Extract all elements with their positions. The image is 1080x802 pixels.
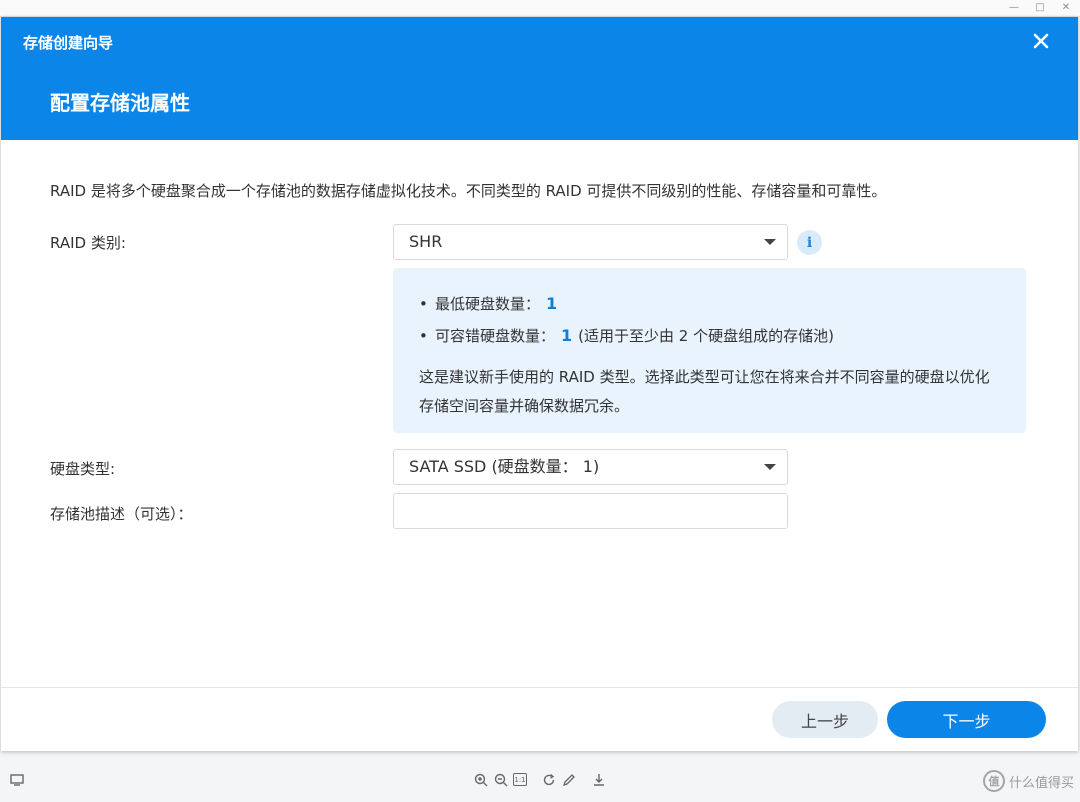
- fault-tolerance-note: (适用于至少由 2 个硬盘组成的存储池): [578, 327, 834, 345]
- min-disks-value: 1: [546, 294, 558, 313]
- download-icon[interactable]: [591, 772, 607, 788]
- rotate-icon[interactable]: [541, 772, 557, 788]
- disk-type-value: SATA SSD (硬盘数量： 1): [409, 457, 600, 476]
- pool-desc-input[interactable]: [393, 493, 788, 529]
- min-disks-item: • 最低硬盘数量： 1: [419, 293, 563, 314]
- raid-type-label: RAID 类别:: [50, 234, 126, 252]
- raid-info-box: • 最低硬盘数量： 1 • 可容错硬盘数量： 1 (适用于至少由 2 个硬盘组成的存储池)…: [393, 268, 1026, 433]
- raid-description: 这是建议新手使用的 RAID 类型。选择此类型可让您在将来合并不同容量的硬盘以优…: [419, 368, 990, 415]
- raid-type-value: SHR: [409, 232, 443, 251]
- storage-wizard-dialog: 存储创建向导 配置存储池属性 RAID 是将多个硬盘聚合成一个存储池的数据存储虚…: [1, 17, 1078, 751]
- chevron-down-icon: [764, 464, 776, 470]
- next-button[interactable]: 下一步: [887, 701, 1046, 738]
- step-title: 配置存储池属性: [50, 91, 190, 115]
- min-disks-label: 最低硬盘数量：: [435, 295, 541, 313]
- info-icon[interactable]: i: [797, 230, 822, 255]
- viewer-title-bar: — □ ✕: [0, 0, 1080, 17]
- pool-desc-label: 存储池描述（可选）：: [50, 505, 193, 523]
- close-button[interactable]: [1028, 28, 1054, 54]
- zoom-in-icon[interactable]: [473, 772, 489, 788]
- screen-icon[interactable]: [9, 772, 25, 788]
- minimize-icon[interactable]: —: [1008, 1, 1020, 15]
- actual-size-icon[interactable]: 1:1: [513, 773, 527, 786]
- edit-pencil-icon[interactable]: [561, 772, 577, 788]
- raid-type-select[interactable]: SHR: [393, 224, 788, 260]
- close-icon: [1033, 33, 1049, 49]
- chevron-down-icon: [764, 239, 776, 245]
- zoom-out-icon[interactable]: [493, 772, 509, 788]
- raid-intro-text: RAID 是将多个硬盘聚合成一个存储池的数据存储虚拟化技术。不同类型的 RAID…: [50, 182, 887, 200]
- disk-type-select[interactable]: SATA SSD (硬盘数量： 1): [393, 449, 788, 485]
- watermark-logo-icon: 值: [982, 770, 1005, 792]
- dialog-header: 存储创建向导 配置存储池属性: [1, 17, 1078, 140]
- fault-tolerance-value: 1: [561, 326, 573, 345]
- bullet-icon: •: [419, 295, 428, 313]
- disk-type-label: 硬盘类型:: [50, 460, 116, 478]
- fault-tolerance-item: • 可容错硬盘数量： 1 (适用于至少由 2 个硬盘组成的存储池): [419, 325, 834, 346]
- window-controls: — □ ✕: [1008, 1, 1072, 15]
- watermark-text: 什么值得买: [1008, 775, 1074, 791]
- prev-button[interactable]: 上一步: [772, 701, 878, 738]
- close-window-icon[interactable]: ✕: [1060, 1, 1072, 15]
- wizard-title: 存储创建向导: [23, 34, 114, 52]
- bullet-icon: •: [419, 327, 428, 345]
- viewer-toolbar: 1:1: [0, 766, 1080, 796]
- maximize-icon[interactable]: □: [1034, 1, 1046, 15]
- footer-divider: [1, 687, 1078, 688]
- watermark: 值 什么值得买: [982, 766, 1074, 796]
- fault-tolerance-label: 可容错硬盘数量：: [435, 327, 556, 345]
